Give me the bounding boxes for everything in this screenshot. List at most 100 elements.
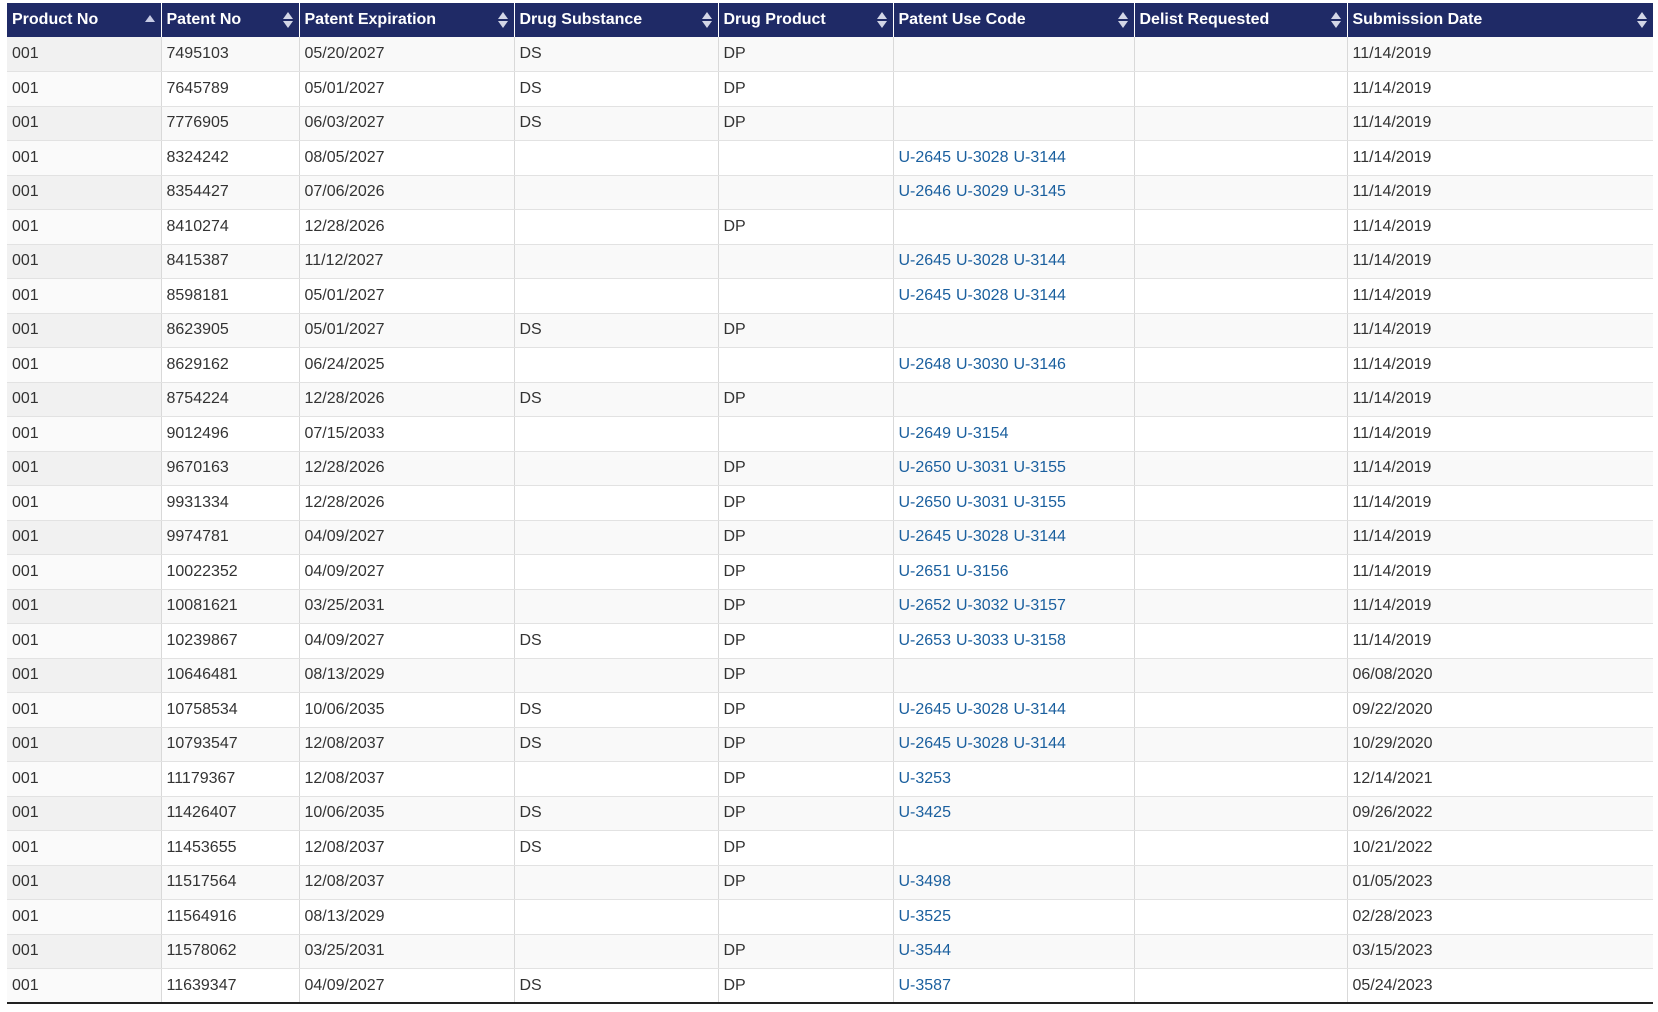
patent-use-code-link[interactable]: U-3031: [956, 494, 1008, 511]
table-row: 001 10239867 04/09/2027 DS DP U-2653 U-3033 U-3…: [7, 623, 1653, 659]
cell-patent-no: 10793547: [161, 727, 300, 762]
patent-use-code-link[interactable]: U-3498: [899, 873, 951, 890]
cell-submission-date: 12/14/2021: [1347, 761, 1653, 797]
table-row: 001 9974781 04/09/2027 DP U-2645 U-3028 U-3144…: [7, 520, 1653, 555]
patent-use-code-link[interactable]: U-3144: [1013, 701, 1065, 718]
column-header-patent-no[interactable]: Patent No: [161, 3, 300, 37]
patent-use-code-link[interactable]: U-2645: [899, 528, 951, 545]
cell-patent-no: 8410274: [161, 209, 300, 245]
patent-use-code-link[interactable]: U-3028: [956, 252, 1008, 269]
column-header-patent-use-code[interactable]: Patent Use Code: [893, 3, 1135, 37]
cell-patent-use-code: U-2651 U-3156: [893, 554, 1135, 590]
cell-drug-product: [718, 899, 894, 935]
cell-patent-expiration: 03/25/2031: [299, 934, 515, 969]
patent-use-code-link[interactable]: U-3525: [899, 908, 951, 925]
patent-use-code-link[interactable]: U-2645: [899, 287, 951, 304]
table-row: 001 10646481 08/13/2029 DP 06/08/2020: [7, 658, 1653, 693]
cell-submission-date: 11/14/2019: [1347, 554, 1653, 590]
column-header-submission-date[interactable]: Submission Date: [1347, 3, 1653, 37]
patent-use-code-link[interactable]: U-2650: [899, 459, 951, 476]
patent-use-code-link[interactable]: U-3156: [956, 563, 1008, 580]
patent-use-code-link[interactable]: U-2646: [899, 183, 951, 200]
patent-use-code-link[interactable]: U-3030: [956, 356, 1008, 373]
cell-drug-product: DP: [718, 451, 894, 486]
patent-use-code-link[interactable]: U-3028: [956, 701, 1008, 718]
patent-use-code-link[interactable]: U-3155: [1013, 459, 1065, 476]
patent-use-code-link[interactable]: U-2645: [899, 701, 951, 718]
patent-use-code-link[interactable]: U-3154: [956, 425, 1008, 442]
cell-patent-expiration: 06/24/2025: [299, 347, 515, 383]
patent-use-code-link[interactable]: U-3253: [899, 770, 951, 787]
cell-delist-requested: [1134, 451, 1348, 486]
patent-use-code-link[interactable]: U-3158: [1013, 632, 1065, 649]
table-row: 001 7495103 05/20/2027 DS DP 11/14/2019: [7, 37, 1653, 72]
column-header-delist-requested[interactable]: Delist Requested: [1134, 3, 1348, 37]
patent-use-code-link[interactable]: U-3425: [899, 804, 951, 821]
cell-patent-use-code: U-3253: [893, 761, 1135, 797]
patent-use-code-link[interactable]: U-3028: [956, 735, 1008, 752]
cell-patent-no: 8754224: [161, 382, 300, 417]
cell-product-no: 001: [7, 278, 162, 314]
cell-drug-substance: DS: [514, 623, 719, 659]
patent-use-code-link[interactable]: U-2653: [899, 632, 951, 649]
cell-product-no: 001: [7, 140, 162, 176]
patent-use-code-link[interactable]: U-2649: [899, 425, 951, 442]
cell-submission-date: 10/29/2020: [1347, 727, 1653, 762]
column-header-drug-product[interactable]: Drug Product: [718, 3, 894, 37]
cell-patent-no: 8629162: [161, 347, 300, 383]
patent-use-code-link[interactable]: U-3028: [956, 149, 1008, 166]
patent-use-code-link[interactable]: U-2645: [899, 252, 951, 269]
cell-patent-expiration: 12/28/2026: [299, 209, 515, 245]
patent-use-code-link[interactable]: U-3031: [956, 459, 1008, 476]
patent-use-code-link[interactable]: U-3144: [1013, 149, 1065, 166]
patent-table: Product No Patent No Patent Expiration D…: [7, 3, 1653, 1004]
cell-patent-expiration: 10/06/2035: [299, 796, 515, 831]
column-header-label: Patent No: [166, 11, 242, 28]
patent-use-code-link[interactable]: U-2645: [899, 149, 951, 166]
cell-patent-use-code: [893, 382, 1135, 417]
cell-patent-use-code: U-3525: [893, 899, 1135, 935]
patent-use-code-link[interactable]: U-3144: [1013, 735, 1065, 752]
cell-patent-expiration: 04/09/2027: [299, 623, 515, 659]
cell-product-no: 001: [7, 830, 162, 866]
table-row: 001 10081621 03/25/2031 DP U-2652 U-3032 U-315…: [7, 589, 1653, 624]
table-row: 001 7776905 06/03/2027 DS DP 11/14/2019: [7, 106, 1653, 141]
patent-use-code-link[interactable]: U-3544: [899, 942, 951, 959]
cell-drug-product: [718, 175, 894, 210]
patent-use-code-link[interactable]: U-2648: [899, 356, 951, 373]
patent-use-code-link[interactable]: U-3144: [1013, 252, 1065, 269]
patent-use-code-link[interactable]: U-3587: [899, 977, 951, 994]
patent-use-code-link[interactable]: U-2651: [899, 563, 951, 580]
patent-use-code-link[interactable]: U-3155: [1013, 494, 1065, 511]
cell-drug-product: DP: [718, 589, 894, 624]
patent-use-code-link[interactable]: U-2645: [899, 735, 951, 752]
cell-delist-requested: [1134, 244, 1348, 279]
patent-use-code-link[interactable]: U-3145: [1013, 183, 1065, 200]
patent-use-code-link[interactable]: U-3028: [956, 528, 1008, 545]
cell-submission-date: 11/14/2019: [1347, 244, 1653, 279]
patent-use-code-link[interactable]: U-2650: [899, 494, 951, 511]
patent-use-code-link[interactable]: U-3032: [956, 597, 1008, 614]
patent-use-code-link[interactable]: U-3029: [956, 183, 1008, 200]
cell-drug-product: DP: [718, 554, 894, 590]
cell-patent-expiration: 10/06/2035: [299, 692, 515, 728]
cell-drug-product: DP: [718, 313, 894, 348]
cell-drug-substance: [514, 658, 719, 693]
patent-use-code-link[interactable]: U-3144: [1013, 528, 1065, 545]
table-row: 001 11564916 08/13/2029 U-3525 02/28/2023: [7, 899, 1653, 935]
patent-use-code-link[interactable]: U-3146: [1013, 356, 1065, 373]
cell-patent-no: 7776905: [161, 106, 300, 141]
cell-patent-use-code: U-2645 U-3028 U-3144: [893, 520, 1135, 555]
patent-use-code-link[interactable]: U-2652: [899, 597, 951, 614]
cell-patent-no: 10081621: [161, 589, 300, 624]
cell-submission-date: 11/14/2019: [1347, 520, 1653, 555]
column-header-patent-expiration[interactable]: Patent Expiration: [299, 3, 515, 37]
cell-product-no: 001: [7, 554, 162, 590]
column-header-product-no[interactable]: Product No: [7, 3, 162, 37]
cell-patent-use-code: U-2645 U-3028 U-3144: [893, 244, 1135, 279]
patent-use-code-link[interactable]: U-3033: [956, 632, 1008, 649]
patent-use-code-link[interactable]: U-3028: [956, 287, 1008, 304]
patent-use-code-link[interactable]: U-3144: [1013, 287, 1065, 304]
column-header-drug-substance[interactable]: Drug Substance: [514, 3, 719, 37]
patent-use-code-link[interactable]: U-3157: [1013, 597, 1065, 614]
